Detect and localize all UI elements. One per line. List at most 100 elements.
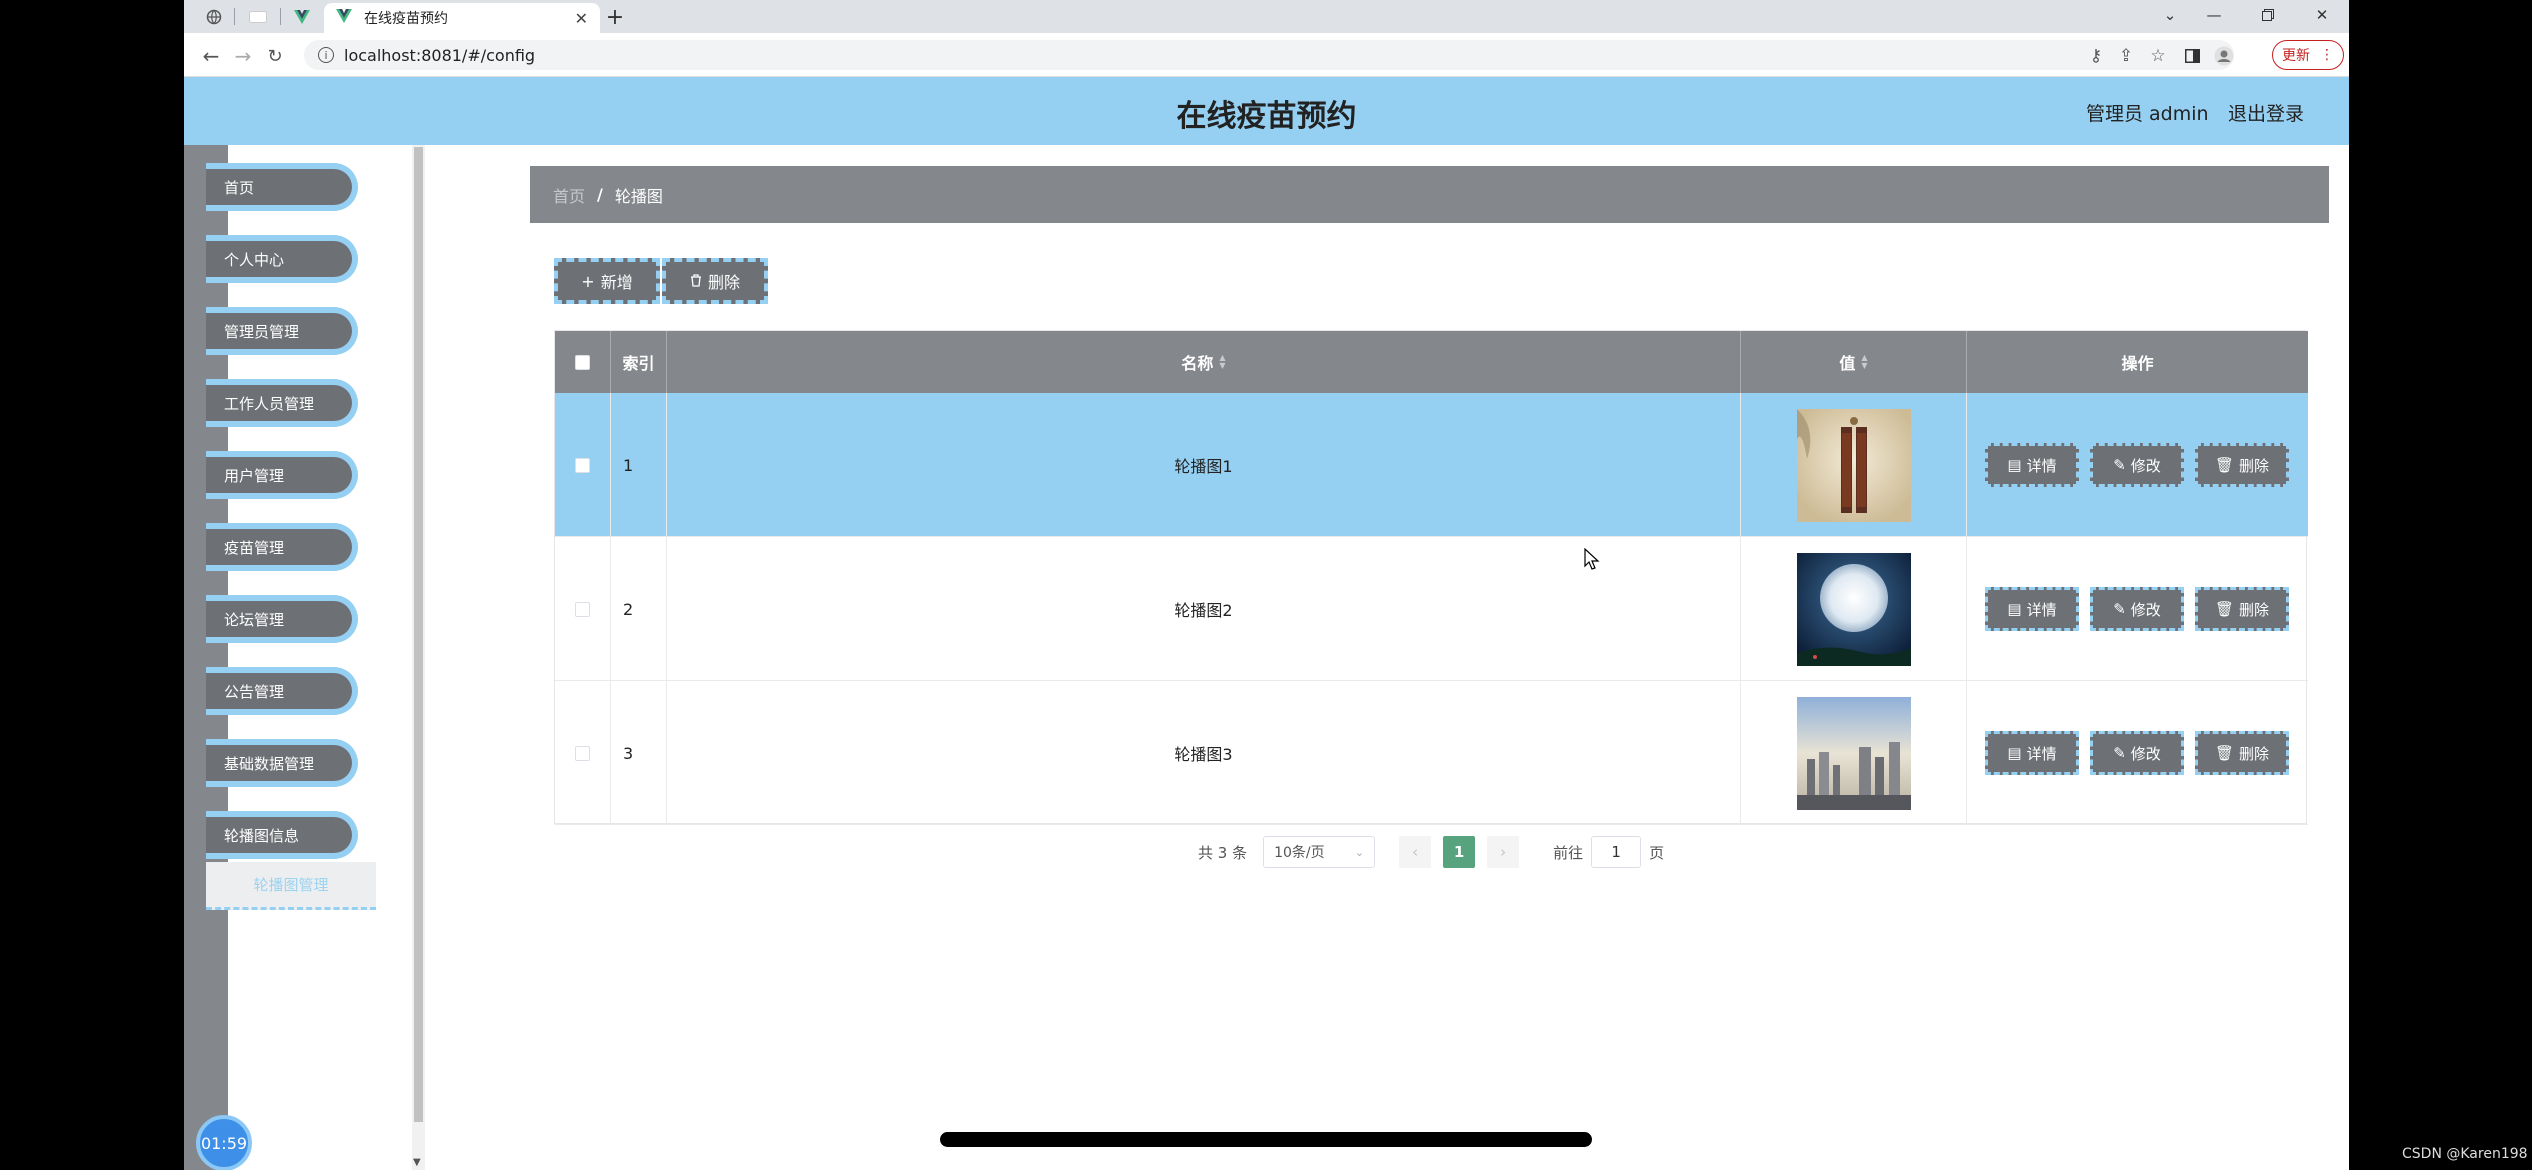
table-row[interactable]: 2 轮播图2 ▤ 详情 ✎ 修改 🗑 删除 xyxy=(555,537,2308,681)
reload-icon[interactable]: ↻ xyxy=(262,43,288,69)
sidebar-item-base-data[interactable]: 基础数据管理 xyxy=(206,739,358,787)
table-row[interactable]: 3 轮播图3 ▤ 详情 ✎ 修改 🗑 删除 xyxy=(555,681,2308,825)
delete-label: 删除 xyxy=(2239,456,2270,475)
select-all-header xyxy=(555,331,611,393)
page-size-select[interactable]: 10条/页 ⌄ xyxy=(1263,836,1376,868)
blank-tab-icon[interactable] xyxy=(240,4,276,30)
sidebar-scrollbar[interactable]: ▼ xyxy=(412,145,425,1170)
edit-label: 修改 xyxy=(2130,744,2161,763)
header-value-label: 值 xyxy=(1839,354,1856,373)
chevron-down-icon: ⌄ xyxy=(1354,845,1365,859)
table-row[interactable]: 1 轮播图1 ▤ 详情 ✎ 修改 🗑 删除 xyxy=(555,393,2308,537)
carousel-image-3[interactable] xyxy=(1796,696,1911,810)
row-checkbox[interactable] xyxy=(575,457,590,473)
scrollbar-thumb[interactable] xyxy=(414,147,423,1122)
logout-link[interactable]: 退出登录 xyxy=(2228,99,2304,126)
carousel-image-1[interactable] xyxy=(1796,408,1911,522)
edit-button[interactable]: ✎ 修改 xyxy=(2090,443,2184,487)
close-icon[interactable]: ✕ xyxy=(575,9,588,28)
page-number-current[interactable]: 1 xyxy=(1443,836,1476,868)
tab-active[interactable]: 在线疫苗预约 ✕ xyxy=(324,3,600,33)
sidebar-item-profile[interactable]: 个人中心 xyxy=(206,235,358,283)
profile-icon[interactable] xyxy=(2212,44,2236,68)
sidebar-item-admins[interactable]: 管理员管理 xyxy=(206,307,358,355)
row-checkbox[interactable] xyxy=(575,601,590,617)
home-indicator[interactable] xyxy=(940,1132,1592,1147)
edit-label: 修改 xyxy=(2130,456,2161,475)
detail-label: 详情 xyxy=(2026,456,2057,475)
trash-icon: 🗑 xyxy=(2214,744,2235,762)
row-index: 1 xyxy=(611,393,667,537)
address-bar: ← → ↻ i localhost:8081/#/config ⚷ ⇪ ☆ 更新… xyxy=(184,33,2349,77)
header-name[interactable]: 名称 ▲ ▼ xyxy=(667,331,1741,393)
next-page-button[interactable]: › xyxy=(1487,836,1520,868)
new-tab-button[interactable]: + xyxy=(600,4,630,30)
restore-button[interactable] xyxy=(2238,0,2298,30)
clock-badge: 01:59 xyxy=(196,1115,252,1170)
trash-icon xyxy=(690,272,702,291)
sort-icon[interactable]: ▲ ▼ xyxy=(1219,354,1225,370)
close-window-button[interactable]: ✕ xyxy=(2292,0,2349,30)
delete-label: 删除 xyxy=(2239,744,2270,763)
breadcrumb-home[interactable]: 首页 xyxy=(553,183,585,207)
detail-button[interactable]: ▤ 详情 xyxy=(1985,731,2079,775)
row-name: 轮播图2 xyxy=(667,537,1741,681)
side-panel-icon[interactable] xyxy=(2180,44,2204,68)
page-suffix: 页 xyxy=(1649,843,1665,862)
add-button[interactable]: + 新增 xyxy=(554,258,660,304)
delete-button[interactable]: 🗑 删除 xyxy=(2195,443,2289,487)
row-image-cell xyxy=(1741,681,1967,825)
row-checkbox[interactable] xyxy=(575,745,590,761)
minimize-button[interactable]: — xyxy=(2184,0,2244,30)
sidebar-item-home[interactable]: 首页 xyxy=(206,163,358,211)
pagination: 共 3 条 10条/页 ⌄ ‹ 1 › 前往 1 页 xyxy=(1198,836,1664,868)
row-index: 3 xyxy=(611,681,667,825)
tab-bar: 在线疫苗预约 ✕ + ⌄ — ✕ xyxy=(184,0,2349,33)
info-icon[interactable]: i xyxy=(318,47,334,63)
row-name: 轮播图3 xyxy=(667,681,1741,825)
sidebar-item-users[interactable]: 用户管理 xyxy=(206,451,358,499)
carousel-image-2[interactable] xyxy=(1796,552,1911,666)
goto-label: 前往 xyxy=(1553,843,1584,862)
batch-delete-button[interactable]: 删除 xyxy=(662,258,768,304)
sidebar-item-carousel[interactable]: 轮播图信息 xyxy=(206,811,358,859)
vue-logo-icon xyxy=(336,9,352,27)
delete-label: 删除 xyxy=(2239,600,2270,619)
row-actions: ▤ 详情 ✎ 修改 🗑 删除 xyxy=(1967,681,2308,825)
globe-icon[interactable] xyxy=(196,4,232,30)
table-header: 索引 名称 ▲ ▼ 值 ▲ ▼ 操作 xyxy=(555,331,2308,393)
sort-icon[interactable]: ▲ ▼ xyxy=(1861,354,1867,370)
site-header: 在线疫苗预约 管理员 admin 退出登录 xyxy=(184,77,2349,145)
sidebar-item-vaccines[interactable]: 疫苗管理 xyxy=(206,523,358,571)
goto-page-input[interactable]: 1 xyxy=(1591,836,1642,868)
select-all-checkbox[interactable] xyxy=(575,354,590,370)
pagination-total: 共 3 条 xyxy=(1198,843,1248,862)
key-icon[interactable]: ⚷ xyxy=(2084,44,2108,68)
sidebar-item-staff[interactable]: 工作人员管理 xyxy=(206,379,358,427)
header-value[interactable]: 值 ▲ ▼ xyxy=(1741,331,1967,393)
mouse-cursor xyxy=(1584,547,1600,574)
edit-label: 修改 xyxy=(2130,600,2161,619)
update-label: 更新 xyxy=(2282,48,2310,64)
update-button[interactable]: 更新 ⋮ xyxy=(2272,40,2344,70)
vue-tab-icon[interactable] xyxy=(284,4,320,30)
edit-button[interactable]: ✎ 修改 xyxy=(2090,731,2184,775)
more-icon: ⋮ xyxy=(2320,47,2334,63)
back-icon[interactable]: ← xyxy=(198,43,224,69)
edit-button[interactable]: ✎ 修改 xyxy=(2090,587,2184,631)
sidebar-subitem-carousel-manage[interactable]: 轮播图管理 xyxy=(206,862,376,910)
url-field[interactable]: i localhost:8081/#/config xyxy=(304,40,2234,70)
scroll-down-icon[interactable]: ▼ xyxy=(413,1157,421,1168)
sidebar-item-notices[interactable]: 公告管理 xyxy=(206,667,358,715)
star-icon[interactable]: ☆ xyxy=(2146,44,2170,68)
sidebar-item-forum[interactable]: 论坛管理 xyxy=(206,595,358,643)
share-icon[interactable]: ⇪ xyxy=(2114,44,2138,68)
prev-page-button[interactable]: ‹ xyxy=(1399,836,1432,868)
breadcrumb-separator: / xyxy=(597,185,603,204)
forward-icon[interactable]: → xyxy=(230,43,256,69)
delete-button[interactable]: 🗑 删除 xyxy=(2195,587,2289,631)
pencil-icon: ✎ xyxy=(2113,456,2126,474)
detail-button[interactable]: ▤ 详情 xyxy=(1985,587,2079,631)
detail-button[interactable]: ▤ 详情 xyxy=(1985,443,2079,487)
delete-button[interactable]: 🗑 删除 xyxy=(2195,731,2289,775)
